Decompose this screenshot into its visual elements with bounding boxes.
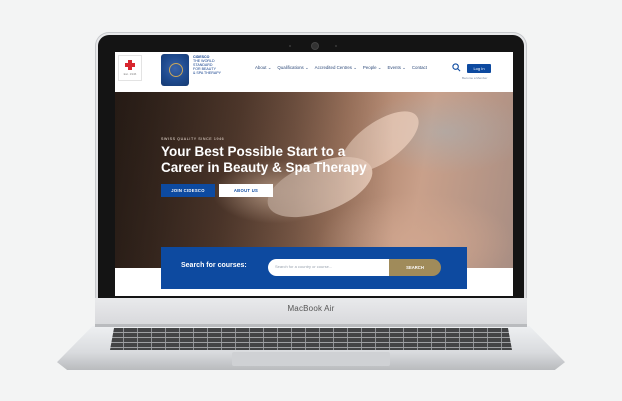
course-search-button[interactable]: SEARCH — [389, 259, 441, 276]
nav-item-events[interactable]: Events ⌄ — [387, 65, 405, 71]
course-search-panel: Search for courses: Search for a country… — [161, 247, 467, 289]
join-button[interactable]: JOIN CIDESCO — [161, 184, 215, 197]
swiss-badge: Est. 1946 — [118, 55, 142, 81]
nav-item-qualifications[interactable]: Qualifications ⌄ — [277, 65, 308, 71]
course-search-placeholder: Search for a country or course... — [275, 264, 333, 269]
course-search-label: Search for courses: — [181, 262, 247, 269]
nav-item-people[interactable]: People ⌄ — [363, 65, 382, 71]
nav-item-about[interactable]: About ⌄ — [255, 65, 271, 71]
hero-overlay — [115, 92, 513, 268]
become-member-link[interactable]: Become a Member — [462, 76, 487, 80]
browser-screen: Est. 1946 CIDESCO THE WORLD STANDARD FOR… — [115, 52, 513, 296]
cidesco-logo[interactable] — [161, 54, 189, 86]
nav-item-label: People — [362, 65, 377, 70]
logo-wordmark[interactable]: CIDESCO THE WORLD STANDARD FOR BEAUTY & … — [193, 55, 221, 75]
device-brand-label: MacBook Air — [287, 304, 335, 313]
logo-emblem-icon — [169, 63, 183, 77]
nav-item-label: Contact — [411, 65, 427, 70]
about-us-button[interactable]: ABOUT US — [219, 184, 273, 197]
sensor-dot — [335, 45, 337, 47]
laptop-scene: Est. 1946 CIDESCO THE WORLD STANDARD FOR… — [0, 0, 622, 401]
sensor-dot — [289, 45, 291, 47]
hero-eyebrow: SWISS QUALITY SINCE 1946 — [161, 137, 225, 141]
nav-item-accredited-centres[interactable]: Accredited Centres ⌄ — [315, 65, 357, 71]
swiss-cross-icon — [125, 60, 135, 70]
site-header: Est. 1946 CIDESCO THE WORLD STANDARD FOR… — [115, 52, 513, 92]
camera — [312, 43, 318, 49]
main-nav: About ⌄ Qualifications ⌄ Accredited Cent… — [255, 65, 427, 71]
trackpad — [232, 352, 390, 366]
hero-headline: Your Best Possible Start to a Career in … — [161, 144, 367, 175]
course-search-input[interactable]: Search for a country or course... — [268, 259, 389, 276]
nav-item-contact[interactable]: Contact — [412, 65, 427, 71]
search-icon[interactable] — [452, 63, 461, 72]
swiss-badge-label: Est. 1946 — [123, 72, 137, 76]
login-button[interactable]: Log In — [467, 64, 491, 73]
keyboard — [110, 328, 512, 350]
nav-item-label: About — [255, 65, 267, 70]
nav-item-label: Events — [387, 65, 401, 70]
nav-item-label: Qualifications — [277, 65, 304, 70]
hero-banner: SWISS QUALITY SINCE 1946 Your Best Possi… — [115, 92, 513, 268]
laptop-hinge — [95, 324, 527, 327]
nav-item-label: Accredited Centres — [314, 65, 352, 70]
logo-line: & SPA THERAPY — [193, 71, 222, 75]
